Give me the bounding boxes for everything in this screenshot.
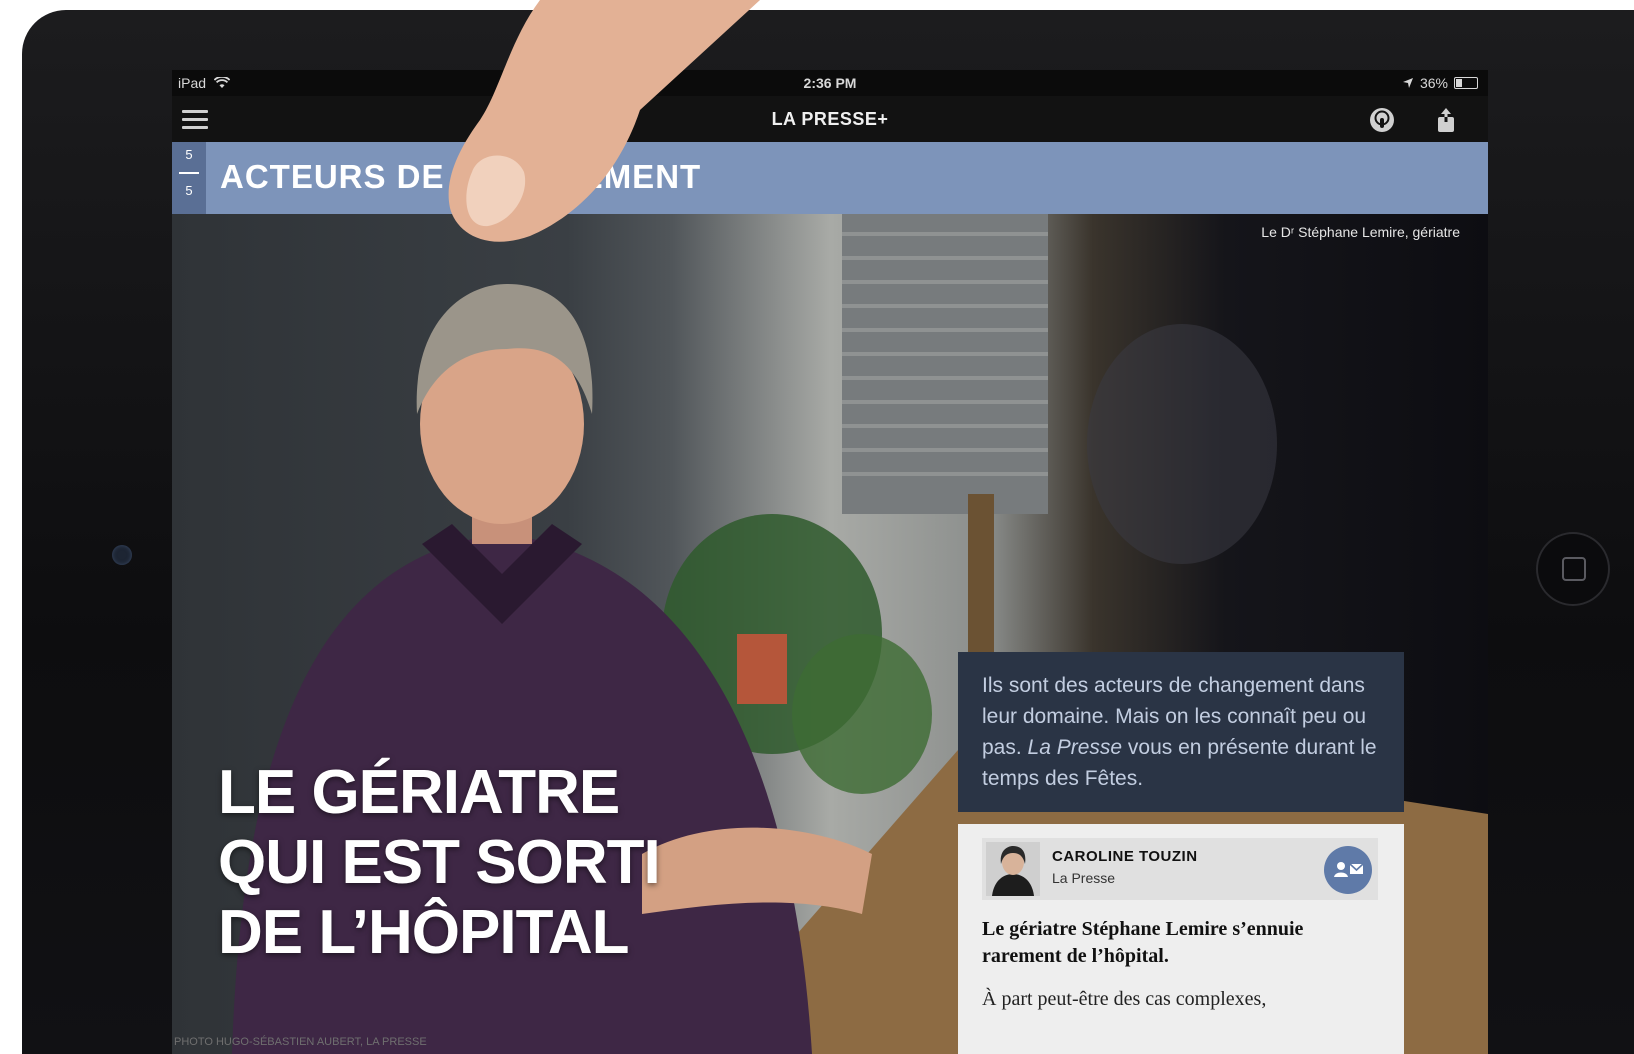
photo-credit: PHOTO HUGO-SÉBASTIEN AUBERT, LA PRESSE: [174, 1036, 427, 1048]
hero-photo: Le Dʳ Stéphane Lemire, gériatre LE GÉRIA…: [172, 214, 1488, 1054]
section-title: ACTEURS DE CHANGEMENT: [220, 158, 702, 195]
headline-line-1: LE GÉRIATRE: [218, 758, 620, 827]
status-bar: iPad 2:36 PM 36%: [172, 70, 1488, 96]
author-org: La Presse: [1052, 870, 1116, 886]
podcast-icon[interactable]: [1368, 106, 1396, 134]
headline-line-2: QUI EST SORTI: [218, 828, 661, 897]
home-button-icon: [1562, 557, 1586, 581]
app-screen: iPad 2:36 PM 36% LA PRESSE+ 5 5 ACTEURS …: [172, 70, 1488, 1054]
page-counter: 5 5: [172, 142, 206, 214]
headline-line-3: DE L’HÔPITAL: [218, 898, 630, 967]
section-banner: 5 5 ACTEURS DE CHANGEMENT: [172, 142, 1488, 214]
author-avatar: [986, 842, 1040, 896]
author-card[interactable]: CAROLINE TOUZIN La Presse: [982, 838, 1378, 900]
status-time: 2:36 PM: [803, 75, 857, 91]
battery-percent: 36%: [1419, 75, 1448, 91]
nav-bar: LA PRESSE+: [172, 96, 1488, 142]
page-total: 5: [185, 183, 193, 198]
share-icon[interactable]: [1432, 106, 1460, 134]
app-title: LA PRESSE+: [771, 109, 889, 129]
author-box: CAROLINE TOUZIN La Presse Le gériatre St…: [958, 824, 1404, 1054]
contact-author-button[interactable]: [1324, 846, 1372, 894]
camera-dot: [112, 545, 132, 565]
author-photo-icon: [992, 846, 1034, 896]
battery-icon: [1454, 77, 1478, 89]
page-current: 5: [185, 147, 193, 162]
contact-card-icon: [1334, 862, 1364, 877]
page-counter-rule: [179, 172, 199, 174]
location-icon: [1402, 78, 1413, 88]
intro-box: Ils sont des acteurs de changement dans …: [958, 652, 1404, 812]
intro-italic: La Presse: [1027, 736, 1123, 759]
article-body: À part peut-être des cas complexes,: [982, 988, 1267, 1010]
article-lead: Le gériatre Stéphane Lemire s’ennuie rar…: [982, 918, 1304, 967]
status-right: 36%: [1402, 75, 1478, 91]
photo-caption: Le Dʳ Stéphane Lemire, gériatre: [1261, 224, 1460, 240]
article-headline: LE GÉRIATRE QUI EST SORTI DE L’HÔPITAL: [218, 758, 661, 968]
author-name: CAROLINE TOUZIN: [1052, 848, 1198, 865]
